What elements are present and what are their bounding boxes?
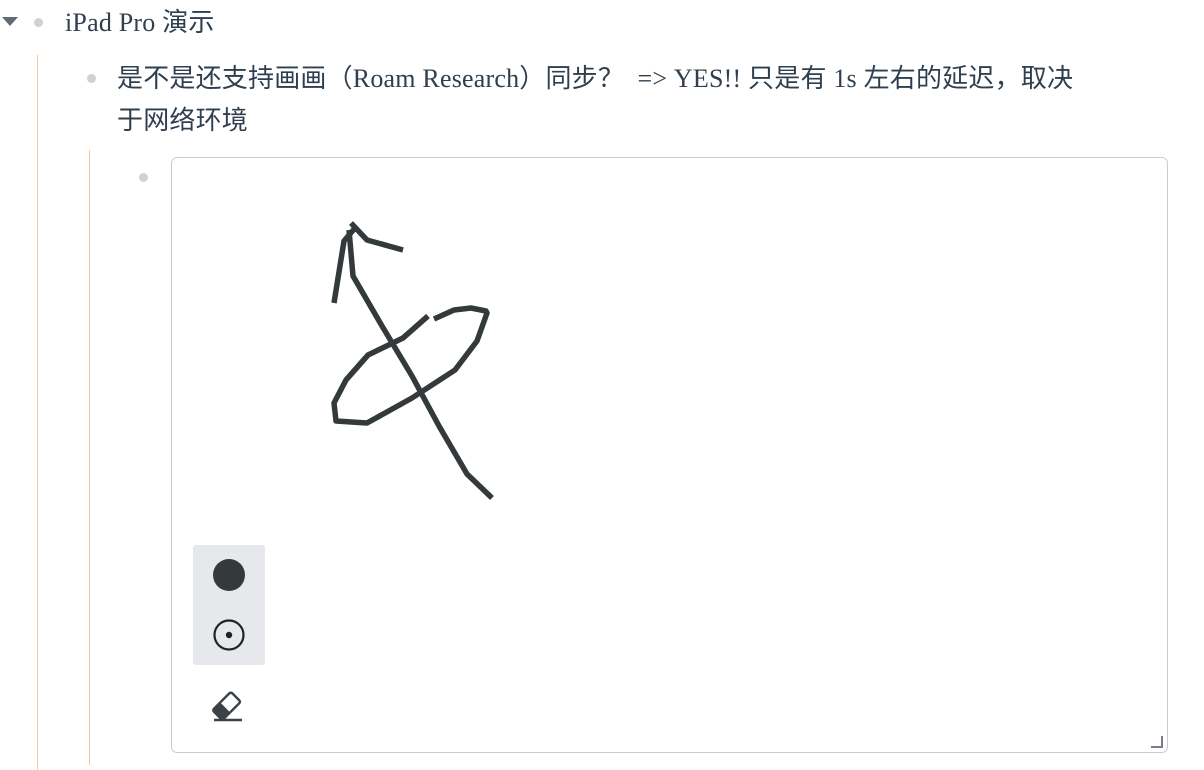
- dot-circle-icon[interactable]: [211, 617, 247, 653]
- root-block-text[interactable]: iPad Pro 演示: [65, 2, 215, 44]
- filled-circle-icon[interactable]: [211, 557, 247, 593]
- indent-guide-level2: [89, 150, 90, 765]
- drawing-surface[interactable]: [172, 158, 1169, 754]
- collapse-toggle-icon[interactable]: [2, 17, 18, 26]
- eraser-icon[interactable]: [208, 686, 248, 726]
- drawing-canvas[interactable]: [171, 157, 1168, 753]
- drawing-block-bullet[interactable]: [139, 173, 148, 182]
- root-block-bullet[interactable]: [34, 18, 43, 27]
- child-block-text[interactable]: 是不是还支持画画（Roam Research）同步？ => YES!! 只是有 …: [117, 58, 1177, 142]
- resize-handle[interactable]: [1151, 736, 1163, 748]
- child-block-line-1: 是不是还支持画画（Roam Research）同步？ => YES!! 只是有 …: [117, 64, 1074, 93]
- ink-stroke-main-diagonal: [346, 229, 494, 500]
- child-block-bullet[interactable]: [87, 74, 96, 83]
- ink-stroke-hook: [348, 221, 404, 253]
- indent-guide-level1: [37, 55, 38, 770]
- child-block-line-2: 于网络环境: [117, 106, 249, 135]
- tool-panel: [193, 545, 265, 665]
- ink-stroke-loop: [331, 305, 490, 426]
